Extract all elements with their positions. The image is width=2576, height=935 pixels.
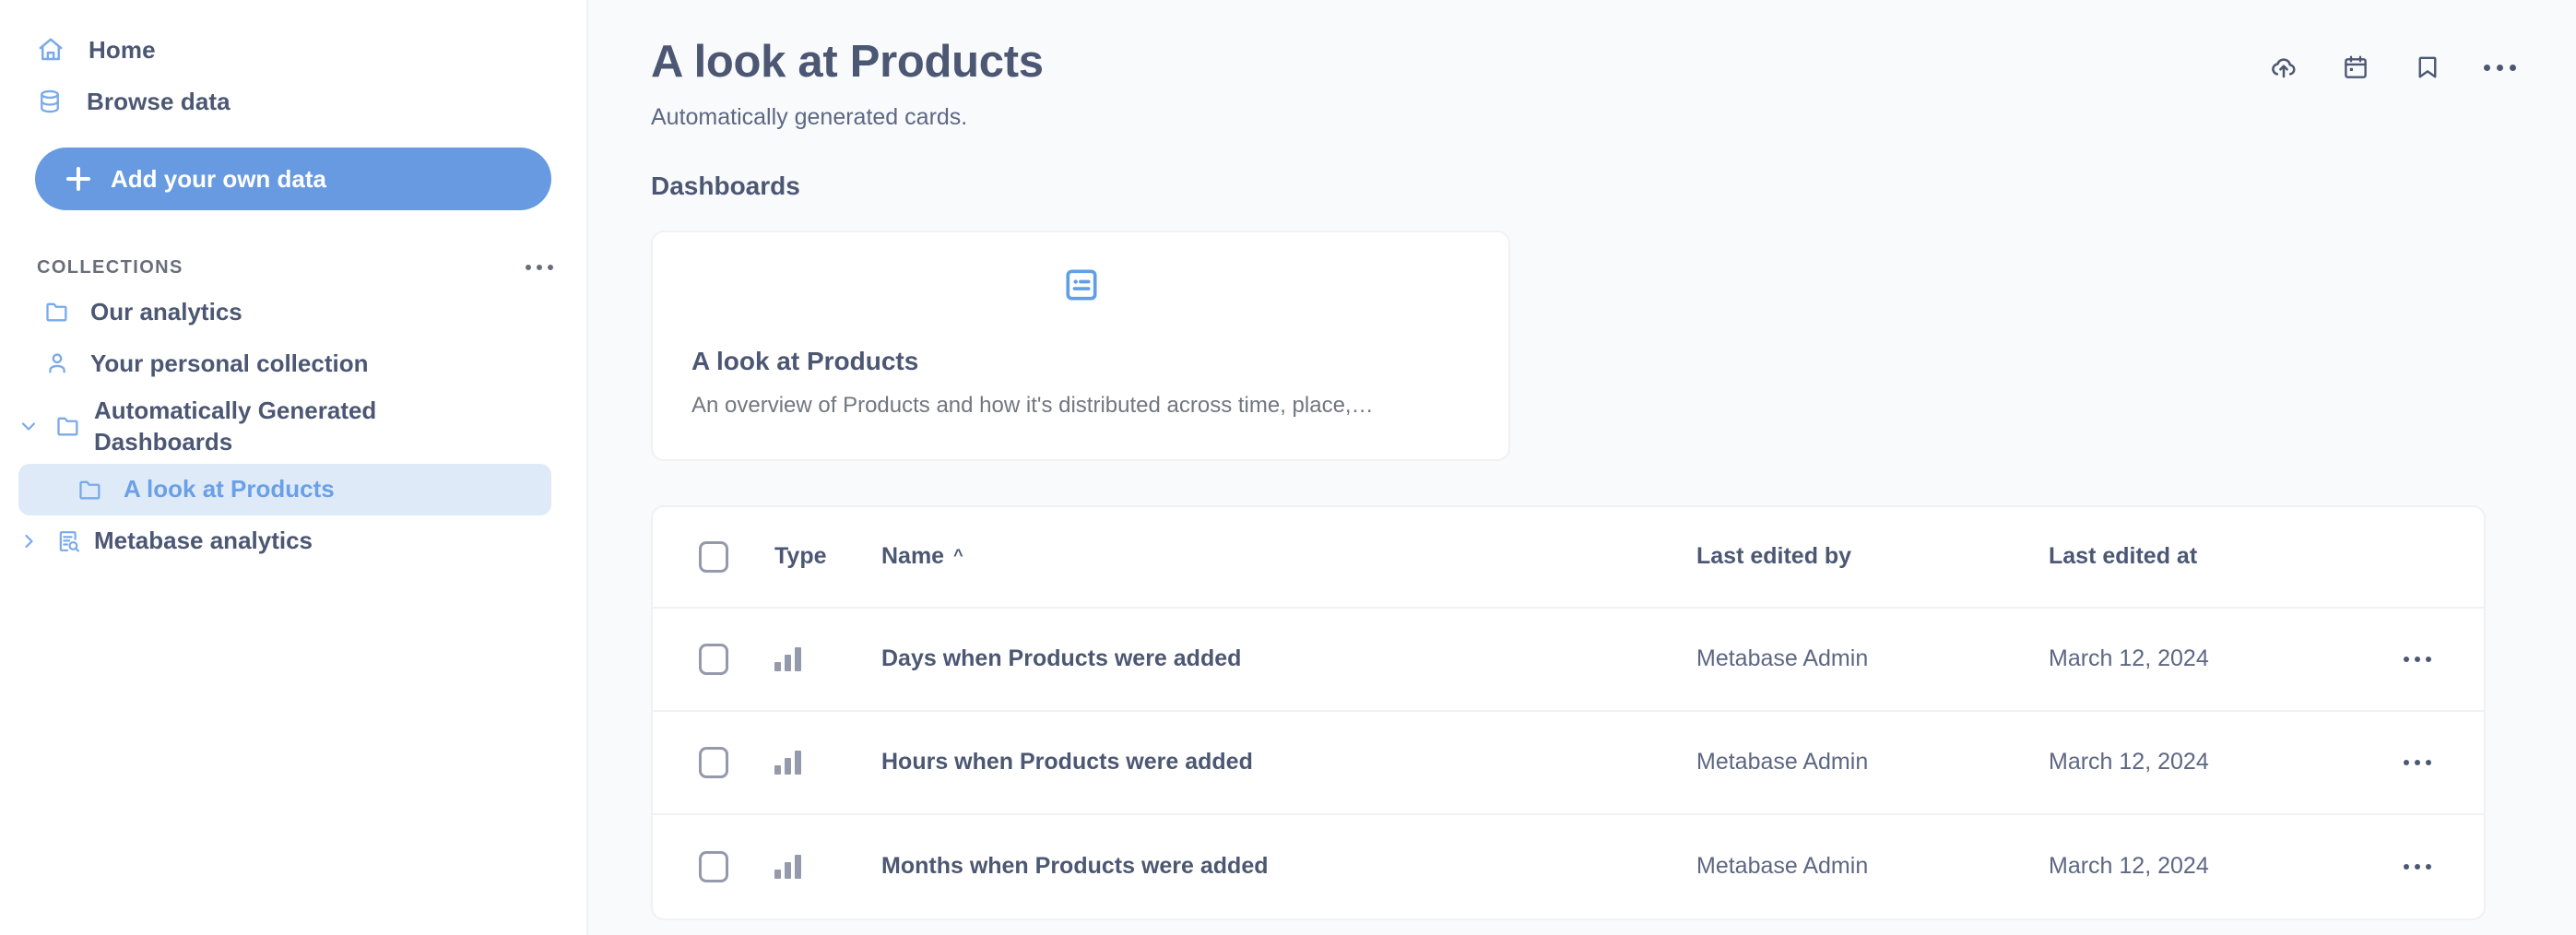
- sidebar-item-label: Home: [89, 35, 156, 64]
- table-row[interactable]: Days when Products were added Metabase A…: [653, 609, 2484, 712]
- sidebar-item-label: Browse data: [87, 87, 230, 115]
- row-actions-cell: [2351, 656, 2484, 662]
- collections-section-header: COLLECTIONS: [0, 249, 586, 286]
- row-select-cell: [653, 643, 774, 675]
- sidebar-item-label: A look at Products: [124, 475, 335, 503]
- row-select-cell: [653, 746, 774, 778]
- column-header-name[interactable]: Name ^: [881, 543, 1696, 570]
- row-last-edited-by: Metabase Admin: [1696, 853, 1869, 880]
- row-checkbox[interactable]: [699, 746, 728, 778]
- dashboard-card[interactable]: A look at Products An overview of Produc…: [651, 230, 1510, 461]
- sidebar-item-a-look-at-products[interactable]: A look at Products: [18, 463, 551, 515]
- row-select-cell: [653, 850, 774, 882]
- ellipsis-dots: [2483, 64, 2516, 71]
- document-search-icon: [55, 528, 81, 554]
- row-last-edited-at-cell: March 12, 2024: [2049, 853, 2351, 880]
- sidebar: Home Browse data Add your own data COLLE…: [0, 0, 588, 935]
- folder-icon: [77, 477, 103, 503]
- select-all-checkbox[interactable]: [699, 540, 728, 573]
- chevron-down-icon[interactable]: [15, 412, 42, 440]
- row-last-edited-at: March 12, 2024: [2049, 853, 2209, 880]
- dashboards-section-title: Dashboards: [651, 171, 800, 200]
- table-header-row: Type Name ^ Last edited by Last edited a…: [653, 507, 2484, 609]
- row-name-cell[interactable]: Hours when Products were added: [881, 749, 1696, 775]
- calendar-icon[interactable]: [2340, 52, 2371, 83]
- items-table: Type Name ^ Last edited by Last edited a…: [651, 504, 2486, 920]
- add-your-own-data-label: Add your own data: [111, 164, 326, 193]
- collections-ellipsis-icon[interactable]: [526, 265, 553, 270]
- home-icon: [37, 36, 65, 64]
- column-header-type-label: Type: [774, 543, 827, 570]
- sidebar-item-label: Metabase analytics: [94, 527, 313, 555]
- sort-asc-icon: ^: [953, 545, 963, 564]
- collections-label: COLLECTIONS: [37, 256, 183, 278]
- row-checkbox[interactable]: [699, 643, 728, 675]
- column-header-last-edited-at[interactable]: Last edited at: [2049, 543, 2351, 570]
- row-ellipsis-icon[interactable]: [2404, 759, 2431, 765]
- row-name-link[interactable]: Hours when Products were added: [881, 749, 1253, 775]
- dashboard-card-description: An overview of Products and how it's dis…: [691, 392, 1374, 418]
- app-root: Home Browse data Add your own data COLLE…: [0, 0, 2576, 935]
- row-last-edited-at: March 12, 2024: [2049, 645, 2209, 672]
- row-checkbox[interactable]: [699, 850, 728, 882]
- page-title: A look at Products: [651, 37, 1044, 87]
- row-name-cell[interactable]: Days when Products were added: [881, 645, 1696, 672]
- bookmark-icon[interactable]: [2412, 52, 2443, 83]
- row-name-link[interactable]: Months when Products were added: [881, 853, 1269, 879]
- row-ellipsis-icon[interactable]: [2404, 863, 2431, 870]
- folder-icon: [55, 413, 81, 439]
- sidebar-item-our-analytics[interactable]: Our analytics: [0, 286, 586, 337]
- main-content: A look at Products Automatically generat…: [588, 0, 2576, 935]
- add-your-own-data-button[interactable]: Add your own data: [35, 148, 551, 210]
- page-header: A look at Products Automatically generat…: [588, 0, 2576, 131]
- sidebar-item-label: Your personal collection: [90, 349, 369, 377]
- sidebar-item-browse-data[interactable]: Browse data: [0, 76, 586, 127]
- row-last-edited-by-cell: Metabase Admin: [1696, 853, 2049, 880]
- person-icon: [44, 350, 70, 376]
- row-actions-cell: [2351, 863, 2484, 870]
- header-actions: [2268, 35, 2524, 83]
- sidebar-item-label: Automatically Generated Dashboards: [94, 396, 377, 456]
- plus-icon: [66, 167, 90, 191]
- dashboard-icon: [691, 266, 1471, 304]
- header-ellipsis-icon[interactable]: [2483, 52, 2516, 83]
- bar-chart-icon: [774, 646, 801, 671]
- sidebar-item-label: Our analytics: [90, 297, 242, 325]
- row-last-edited-at-cell: March 12, 2024: [2049, 749, 2351, 775]
- chevron-right-icon[interactable]: [15, 527, 42, 555]
- row-last-edited-by: Metabase Admin: [1696, 749, 1869, 775]
- column-header-last-edited-by[interactable]: Last edited by: [1696, 543, 2049, 570]
- sidebar-item-automatically-generated-dashboards[interactable]: Automatically Generated Dashboards: [0, 389, 586, 464]
- row-actions-cell: [2351, 759, 2484, 765]
- sidebar-item-metabase-analytics[interactable]: Metabase analytics: [0, 515, 586, 567]
- folder-icon: [44, 299, 70, 325]
- row-ellipsis-icon[interactable]: [2404, 656, 2431, 662]
- table-row[interactable]: Months when Products were added Metabase…: [653, 815, 2484, 918]
- bar-chart-icon: [774, 854, 801, 879]
- row-last-edited-by-cell: Metabase Admin: [1696, 645, 2049, 672]
- column-header-name-label: Name: [881, 543, 945, 570]
- row-last-edited-at-cell: March 12, 2024: [2049, 645, 2351, 672]
- row-type-cell: [774, 646, 881, 671]
- database-icon: [37, 88, 63, 115]
- bar-chart-icon: [774, 750, 801, 775]
- sidebar-item-home[interactable]: Home: [0, 24, 586, 76]
- page-subtitle: Automatically generated cards.: [651, 103, 968, 130]
- select-all-cell: [653, 540, 774, 573]
- page-header-texts: A look at Products Automatically generat…: [651, 35, 2268, 131]
- row-last-edited-by: Metabase Admin: [1696, 645, 1869, 672]
- column-header-type[interactable]: Type: [774, 543, 881, 570]
- column-header-last-edited-at-label: Last edited at: [2049, 543, 2198, 570]
- row-last-edited-at: March 12, 2024: [2049, 749, 2209, 775]
- column-header-last-edited-by-label: Last edited by: [1696, 543, 1852, 570]
- row-name-link[interactable]: Days when Products were added: [881, 645, 1241, 671]
- table-row[interactable]: Hours when Products were added Metabase …: [653, 712, 2484, 815]
- row-name-cell[interactable]: Months when Products were added: [881, 853, 1696, 880]
- dashboard-card-title: A look at Products: [691, 346, 919, 375]
- row-type-cell: [774, 750, 881, 775]
- row-last-edited-by-cell: Metabase Admin: [1696, 749, 2049, 775]
- sidebar-item-your-personal-collection[interactable]: Your personal collection: [0, 337, 586, 389]
- upload-to-cloud-icon[interactable]: [2268, 52, 2299, 83]
- row-type-cell: [774, 854, 881, 879]
